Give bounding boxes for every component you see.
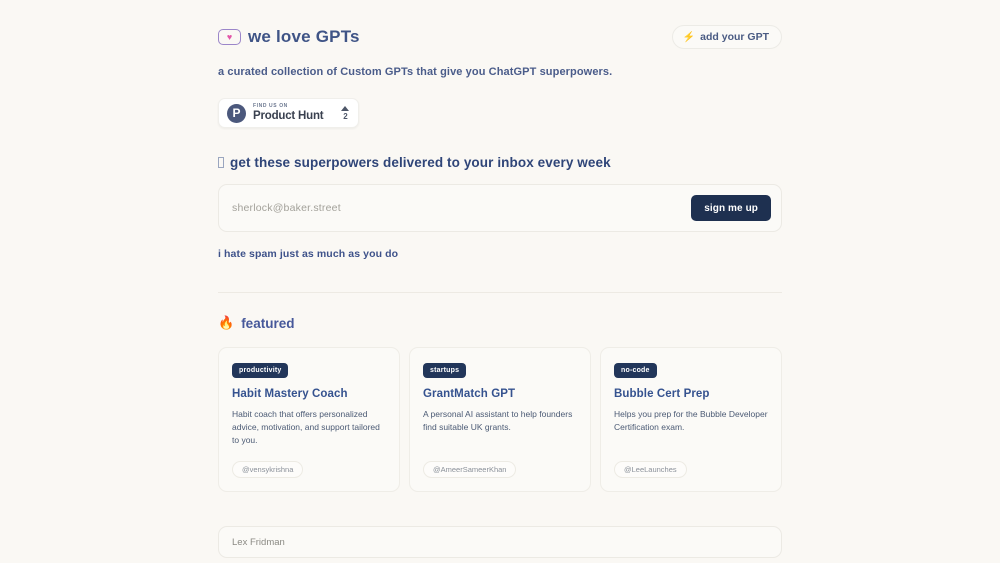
newsletter-note: i hate spam just as much as you do: [218, 248, 399, 260]
newsletter-form: sign me up: [218, 184, 782, 232]
heart-speech-bubble-icon: ♥: [218, 29, 241, 45]
product-hunt-eyebrow: FIND US ON: [253, 102, 288, 109]
vote-count: 2: [343, 111, 348, 121]
product-hunt-votes[interactable]: 2: [341, 105, 350, 121]
gpt-card-title: Habit Mastery Coach: [232, 388, 348, 400]
newsletter-heading-label: get these superpowers delivered to your …: [230, 155, 611, 170]
content-container: ♥ we love GPTs ⚡ add your GPT a curated …: [218, 0, 782, 563]
site-tagline: a curated collection of Custom GPTs that…: [218, 66, 613, 78]
product-hunt-name: Product Hunt: [253, 109, 324, 122]
gpt-card-author: @LeeLaunches: [614, 448, 768, 479]
section-divider: [218, 292, 782, 293]
gpt-card-description: Helps you prep for the Bubble Developer …: [614, 409, 768, 433]
caret-up-icon: [341, 105, 350, 111]
category-badge: startups: [423, 363, 467, 378]
search-box: [218, 526, 782, 559]
featured-heading: 🔥 featured: [218, 315, 782, 331]
add-your-gpt-button[interactable]: ⚡ add your GPT: [671, 25, 782, 49]
bolt-icon: ⚡: [682, 31, 696, 43]
site-header: ♥ we love GPTs ⚡ add your GPT: [218, 24, 782, 50]
featured-heading-label: featured: [241, 315, 295, 331]
heart-glyph: ♥: [226, 31, 233, 42]
brand[interactable]: ♥ we love GPTs: [218, 27, 360, 47]
search-input[interactable]: [232, 536, 768, 548]
product-hunt-icon: P: [227, 103, 246, 123]
newsletter-heading: get these superpowers delivered to your …: [218, 155, 782, 170]
gpt-card-description: Habit coach that offers personalized adv…: [232, 409, 380, 446]
add-your-gpt-label: add your GPT: [700, 31, 769, 43]
gpt-card[interactable]: no-code Bubble Cert Prep Helps you prep …: [600, 347, 782, 493]
missing-glyph-icon: [218, 157, 224, 168]
page-title: we love GPTs: [248, 27, 360, 46]
gpt-card-description: A personal AI assistant to help founders…: [423, 409, 573, 433]
gpt-card-author: @vensykrishna: [232, 448, 386, 479]
author-chip[interactable]: @AmeerSameerKhan: [423, 460, 517, 479]
fire-icon: 🔥: [218, 315, 235, 330]
gpt-card-title: Bubble Cert Prep: [614, 388, 710, 400]
author-chip[interactable]: @LeeLaunches: [614, 460, 687, 479]
category-badge: no-code: [614, 363, 657, 378]
author-chip[interactable]: @vensykrishna: [232, 460, 304, 479]
product-hunt-text: FIND US ON Product Hunt: [253, 102, 324, 123]
gpt-card[interactable]: startups GrantMatch GPT A personal AI as…: [409, 347, 591, 493]
email-field[interactable]: [232, 202, 692, 214]
page-root: ♥ we love GPTs ⚡ add your GPT a curated …: [0, 0, 1000, 563]
category-badge: productivity: [232, 363, 289, 378]
gpt-card-title: GrantMatch GPT: [423, 388, 516, 400]
gpt-card[interactable]: productivity Habit Mastery Coach Habit c…: [218, 347, 400, 493]
featured-card-grid: productivity Habit Mastery Coach Habit c…: [218, 347, 782, 493]
product-hunt-badge[interactable]: P FIND US ON Product Hunt 2: [218, 98, 360, 128]
gpt-card-author: @AmeerSameerKhan: [423, 448, 577, 479]
sign-me-up-button[interactable]: sign me up: [691, 195, 771, 221]
